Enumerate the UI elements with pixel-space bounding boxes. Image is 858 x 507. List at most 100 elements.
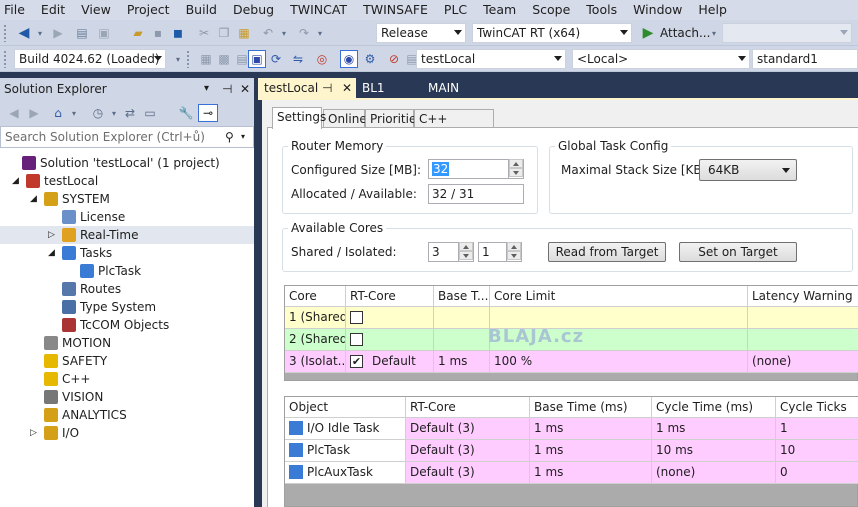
core-cell-rtcore[interactable]: ✔ Default [346,351,434,373]
rt-core-checkbox[interactable] [350,311,363,324]
home-icon[interactable]: ⌂ [50,105,66,121]
menu-project[interactable]: Project [120,0,179,20]
restart-twincat-icon[interactable]: ⟳ [268,51,284,67]
read-from-target-button[interactable]: Read from Target [548,242,666,262]
collapse-icon[interactable]: ◢ [12,172,21,190]
column-header[interactable]: Cycle Time (ms) [652,397,776,418]
menu-help[interactable]: Help [691,0,736,20]
tab-cpp-debugger[interactable]: C++ Debugger [414,109,494,144]
task-cell-base[interactable]: 1 ms [530,462,652,484]
tree-item-motion[interactable]: MOTION [0,334,256,352]
isolated-cores-stepper[interactable]: 1 [478,242,522,262]
task-cell-base[interactable]: 1 ms [530,440,652,462]
task-cell-ticks[interactable]: 1 [776,418,858,440]
menu-plc[interactable]: PLC [437,0,476,20]
build-select[interactable]: Build 4024.62 (Loaded) [14,49,166,69]
search-icon[interactable]: ⚲ [225,127,234,147]
sync-icon[interactable]: ⇄ [122,105,138,121]
chevron-down-icon[interactable]: ▾ [106,105,122,121]
solution-configuration-select[interactable]: Release [376,23,466,43]
tree-item-safety[interactable]: SAFETY [0,352,256,370]
chevron-down-icon[interactable]: ▾ [66,105,82,121]
tab-bl1[interactable]: BL1 [356,78,391,98]
collapse-icon[interactable]: ◢ [48,244,57,262]
chevron-down-icon[interactable]: ▾ [276,25,292,41]
column-header[interactable]: Core Limit [490,286,748,307]
close-icon[interactable]: ✕ [342,78,352,98]
project-select[interactable]: testLocal [416,49,566,69]
tree-item-tasks[interactable]: ◢ Tasks [0,244,256,262]
menu-scope[interactable]: Scope [525,0,579,20]
collapse-icon[interactable]: ◢ [30,190,39,208]
back-icon[interactable]: ◀ [6,105,22,121]
menu-build[interactable]: Build [179,0,226,20]
core-cell-base[interactable] [434,329,490,351]
activate-configuration-icon[interactable]: ▣ [248,50,266,68]
shared-cores-stepper[interactable]: 3 [428,242,474,262]
column-header[interactable]: Latency Warning [748,286,858,307]
chevron-down-icon[interactable]: ▾ [706,25,722,41]
menu-window[interactable]: Window [626,0,691,20]
task-cell-cycle[interactable]: (none) [652,462,776,484]
tree-item-i-o[interactable]: ▷ I/O [0,424,256,442]
menu-file[interactable]: File [0,0,34,20]
plc-config-select[interactable]: standard1 [752,49,858,69]
scan-icon[interactable]: ◎ [314,51,330,67]
save-icon[interactable]: ▪ [150,25,166,41]
rt-core-checkbox[interactable]: ✔ [350,355,363,368]
stepper-buttons[interactable] [506,242,521,262]
column-header[interactable]: RT-Core [406,397,530,418]
properties-icon[interactable]: 🔧 [178,105,194,121]
play-icon[interactable]: ▶ [640,25,656,41]
rt-core-checkbox[interactable] [350,333,363,346]
spin-down-icon[interactable] [507,251,521,260]
spin-up-icon[interactable] [509,159,523,168]
tree-item-type-system[interactable]: Type System [0,298,256,316]
max-stack-size-select[interactable]: 64KB [699,159,797,181]
tab-testlocal[interactable]: testLocal ⊣ ✕ [258,78,356,98]
tree-item-testlocal[interactable]: ◢ testLocal [0,172,256,190]
spin-down-icon[interactable] [509,168,523,177]
undo-icon[interactable]: ↶ [260,25,276,41]
column-header[interactable]: Cycle Ticks [776,397,858,418]
tab-priorities[interactable]: Priorities [365,109,423,129]
stepper-buttons[interactable] [508,159,523,179]
attach-button[interactable]: Attach... [660,26,710,40]
task-cell-cycle[interactable]: 1 ms [652,418,776,440]
spin-down-icon[interactable] [459,251,473,260]
redo-icon[interactable]: ↷ [296,25,312,41]
configured-size-stepper[interactable]: 32 [428,159,524,179]
tree-item-plctask[interactable]: PlcTask [0,262,256,280]
set-on-target-button[interactable]: Set on Target [679,242,797,262]
toolbar-grip[interactable] [3,50,7,68]
toggle-free-run-icon[interactable]: ◉ [340,50,358,68]
tree-item-vision[interactable]: VISION [0,388,256,406]
core-cell-latency[interactable]: (none) [748,351,858,373]
empty-select[interactable] [722,23,852,43]
tree-item-routes[interactable]: Routes [0,280,256,298]
copy-icon[interactable]: ❐ [216,25,232,41]
menu-view[interactable]: View [74,0,120,20]
grid-check-icon[interactable]: ▩ [216,51,232,67]
expand-icon[interactable]: ▷ [48,226,57,244]
toolbar-grip[interactable] [3,24,7,42]
new-project-icon[interactable]: ▤ [74,25,90,41]
task-cell-ticks[interactable]: 10 [776,440,858,462]
core-cell-base[interactable]: 1 ms [434,351,490,373]
show-online-icon[interactable]: ⚙ [362,51,378,67]
tree-item-analytics[interactable]: ANALYTICS [0,406,256,424]
solution-platform-select[interactable]: TwinCAT RT (x64) [472,23,632,43]
pending-changes-icon[interactable]: ◷ [90,105,106,121]
core-cell-latency[interactable] [748,307,858,329]
core-cell-rtcore[interactable] [346,329,434,351]
window-position-icon[interactable]: ▾ [204,78,209,100]
tab-settings[interactable]: Settings [272,107,326,129]
menu-tools[interactable]: Tools [579,0,626,20]
back-icon[interactable]: ◀ [16,25,32,41]
chevron-down-icon[interactable]: ▾ [170,51,186,67]
spin-up-icon[interactable] [459,242,473,251]
task-cell-cycle[interactable]: 10 ms [652,440,776,462]
menu-twincat[interactable]: TWINCAT [283,0,356,20]
toolbar-grip[interactable] [186,50,190,68]
stepper-buttons[interactable] [458,242,473,262]
